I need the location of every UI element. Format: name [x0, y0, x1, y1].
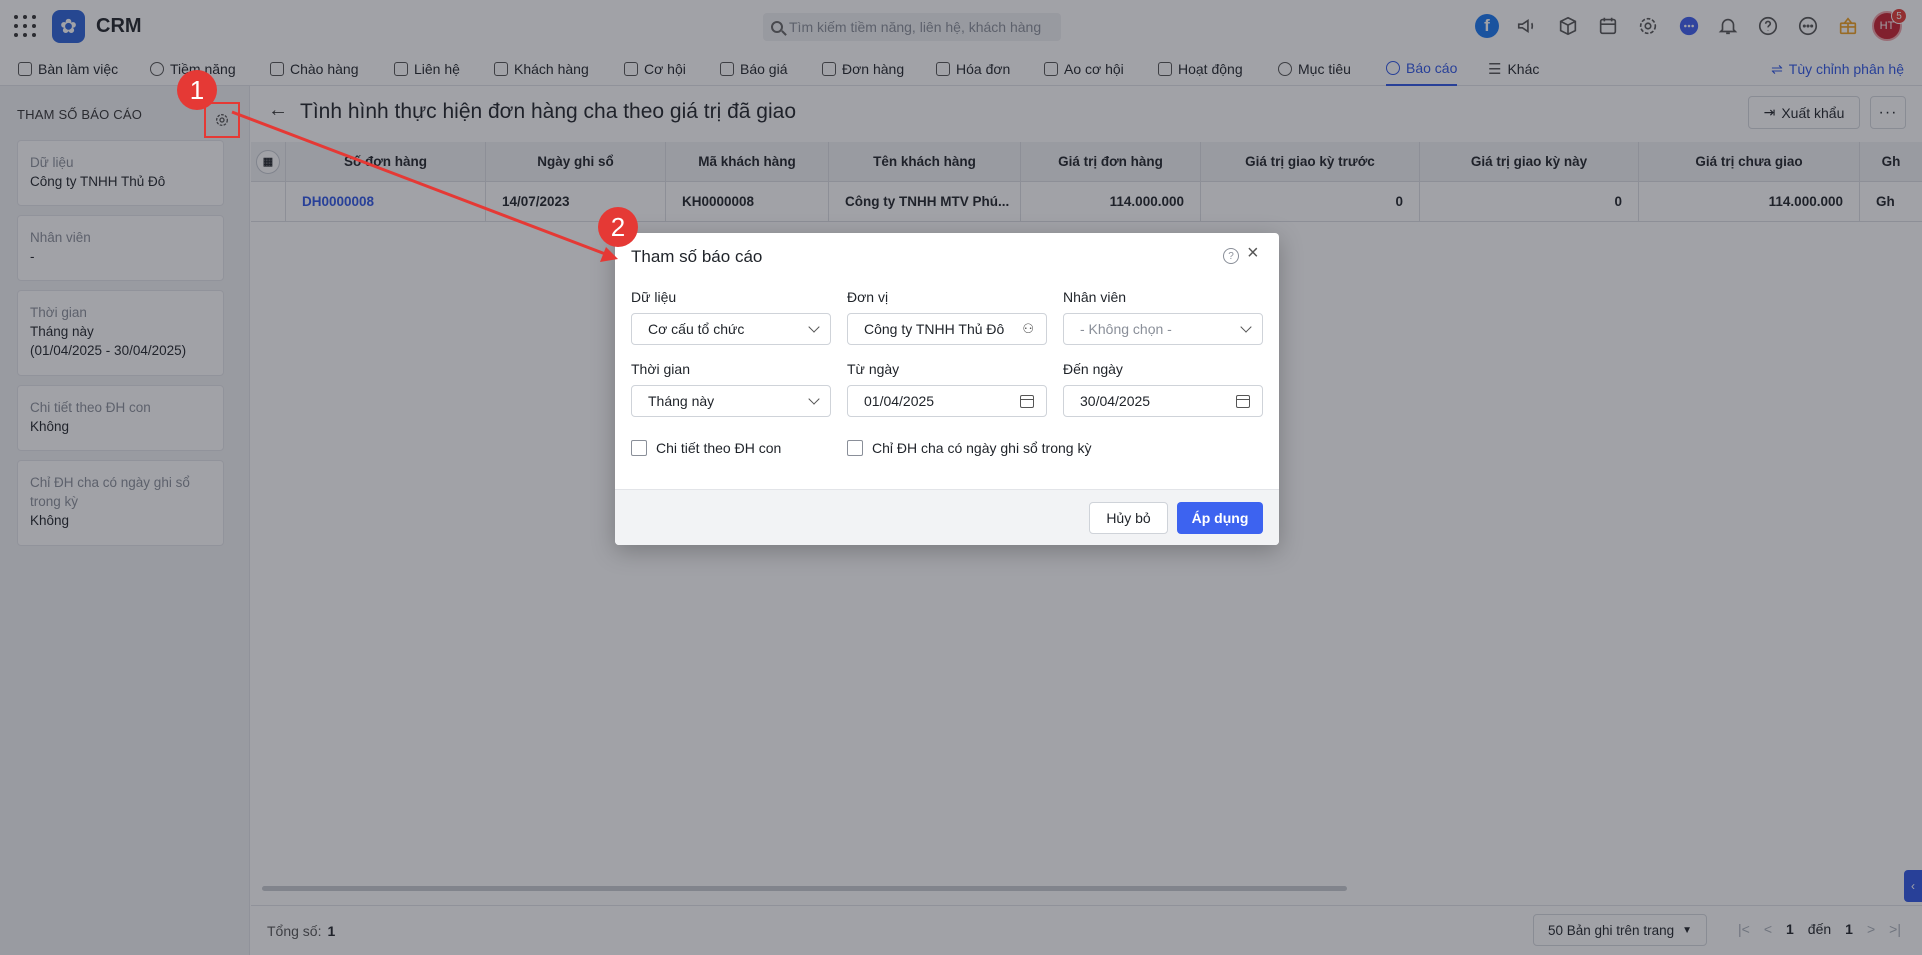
from-date-label: Từ ngày	[847, 361, 900, 377]
cancel-button[interactable]: Hủy bỏ	[1089, 502, 1168, 534]
from-date-input[interactable]: 01/04/2025	[847, 385, 1047, 417]
apply-button[interactable]: Áp dụng	[1177, 502, 1263, 534]
help-icon[interactable]: ?	[1223, 248, 1239, 264]
chevron-down-icon	[808, 393, 820, 405]
to-date-input[interactable]: 30/04/2025	[1063, 385, 1263, 417]
step-1-badge: 1	[177, 70, 217, 110]
only-parent-checkbox[interactable]: Chỉ ĐH cha có ngày ghi sổ trong kỳ	[847, 440, 1091, 456]
chevron-down-icon	[1240, 321, 1252, 333]
calendar-icon[interactable]	[1236, 394, 1250, 408]
checkbox[interactable]	[847, 440, 863, 456]
time-select[interactable]: Tháng này	[631, 385, 831, 417]
close-icon[interactable]: ×	[1247, 242, 1259, 265]
chevron-down-icon	[808, 321, 820, 333]
unit-field[interactable]: Công ty TNHH Thủ Đô ⚇	[847, 313, 1047, 345]
data-label: Dữ liệu	[631, 289, 677, 305]
org-chart-icon[interactable]: ⚇	[1022, 321, 1034, 337]
step-2-badge: 2	[598, 207, 638, 247]
detail-child-checkbox[interactable]: Chi tiết theo ĐH con	[631, 440, 781, 456]
checkbox[interactable]	[631, 440, 647, 456]
unit-label: Đơn vị	[847, 289, 889, 305]
employee-select[interactable]: - Không chọn -	[1063, 313, 1263, 345]
employee-label: Nhân viên	[1063, 289, 1127, 305]
calendar-icon[interactable]	[1020, 394, 1034, 408]
time-label: Thời gian	[631, 361, 690, 377]
report-params-dialog: Tham số báo cáo ? × Dữ liệu Cơ cấu tổ ch…	[615, 233, 1279, 545]
data-select[interactable]: Cơ cấu tổ chức	[631, 313, 831, 345]
gear-highlight-box	[204, 102, 240, 138]
to-date-label: Đến ngày	[1063, 361, 1123, 377]
dialog-title: Tham số báo cáo	[631, 247, 763, 266]
dialog-footer: Hủy bỏ Áp dụng	[615, 489, 1279, 545]
